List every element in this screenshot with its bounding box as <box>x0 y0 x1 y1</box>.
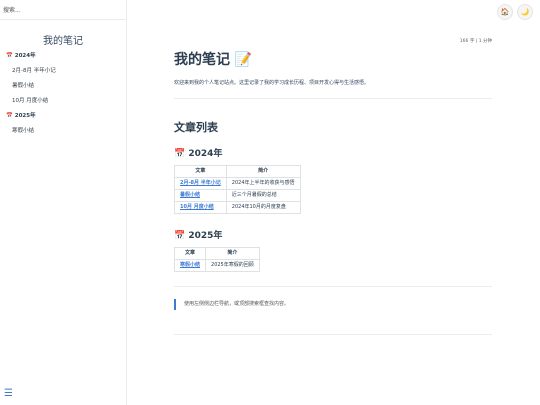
table-header-article: 文章 <box>173 247 207 260</box>
sidebar-item-half-year[interactable]: 2月-8月 半年小记 <box>6 67 121 82</box>
sidebar-group-2024[interactable]: 📅 2024年 <box>6 52 121 67</box>
sidebar-nav: 📅 2024年 2月-8月 半年小记 暑假小结 10月 月度小结 📅 2025年… <box>6 52 121 142</box>
article-link-winter[interactable]: 寒假小结 <box>180 262 200 268</box>
article-summary: 近三个月暑假的总结 <box>225 189 301 202</box>
articles-table-2024: 文章 简介 2月-8月 半年小记 2024年上半年的收获与感悟 暑假小结 近三个… <box>174 165 301 214</box>
article-link-summer[interactable]: 暑假小结 <box>180 192 200 198</box>
word-count: 166 字 | 1 分钟 <box>459 39 492 44</box>
sidebar-group-2025[interactable]: 📅 2025年 <box>6 112 121 127</box>
article-link-half-year[interactable]: 2月-8月 半年小记 <box>180 180 221 186</box>
divider <box>174 286 492 287</box>
sidebar-title: 我的笔记 <box>43 36 83 47</box>
article-link-october[interactable]: 10月 月度小结 <box>180 204 214 210</box>
tip-callout: 使用左侧侧边栏导航，或顶部搜索框查找内容。 <box>174 299 492 310</box>
article-list-heading: 文章列表 <box>174 121 218 134</box>
section-heading-2024: 📅 2024年 <box>174 149 223 159</box>
table-row: 寒假小结 2025年寒假的回顾 <box>173 259 260 272</box>
intro-text: 欢迎来到我的个人笔记站点。这里记录了我的学习成长历程、项目开发心得与生活感悟。 <box>174 80 370 86</box>
main-content: 我的笔记 📝 欢迎来到我的个人笔记站点。这里记录了我的学习成长历程、项目开发心得… <box>173 50 492 335</box>
table-header-summary: 简介 <box>225 165 301 178</box>
table-header-article: 文章 <box>174 165 227 178</box>
table-row: 2月-8月 半年小记 2024年上半年的收获与感悟 <box>174 177 301 190</box>
search-bar <box>0 0 126 20</box>
article-summary: 2024年上半年的收获与感悟 <box>225 177 301 190</box>
article-summary: 2025年寒假的回顾 <box>205 259 260 272</box>
home-icon[interactable]: 🏠 <box>497 4 513 20</box>
divider <box>174 334 492 335</box>
menu-icon[interactable]: ☰ <box>4 389 13 399</box>
articles-table-2025: 文章 简介 寒假小结 2025年寒假的回顾 <box>173 247 260 272</box>
table-row: 10月 月度小结 2024年10月的月度复盘 <box>174 201 301 214</box>
table-row: 暑假小结 近三个月暑假的总结 <box>174 189 301 202</box>
sidebar: 我的笔记 📅 2024年 2月-8月 半年小记 暑假小结 10月 月度小结 📅 … <box>0 0 127 405</box>
article-summary: 2024年10月的月度复盘 <box>225 201 301 214</box>
divider <box>174 98 492 99</box>
sidebar-item-summer[interactable]: 暑假小结 <box>6 82 121 97</box>
sidebar-item-october[interactable]: 10月 月度小结 <box>6 97 121 112</box>
search-input[interactable] <box>3 3 121 17</box>
theme-toggle-icon[interactable]: 🌙 <box>517 4 533 20</box>
section-heading-2025: 📅 2025年 <box>174 231 223 241</box>
sidebar-item-winter[interactable]: 寒假小结 <box>6 127 121 142</box>
page-title: 我的笔记 📝 <box>174 52 253 68</box>
table-header-summary: 简介 <box>205 247 260 260</box>
